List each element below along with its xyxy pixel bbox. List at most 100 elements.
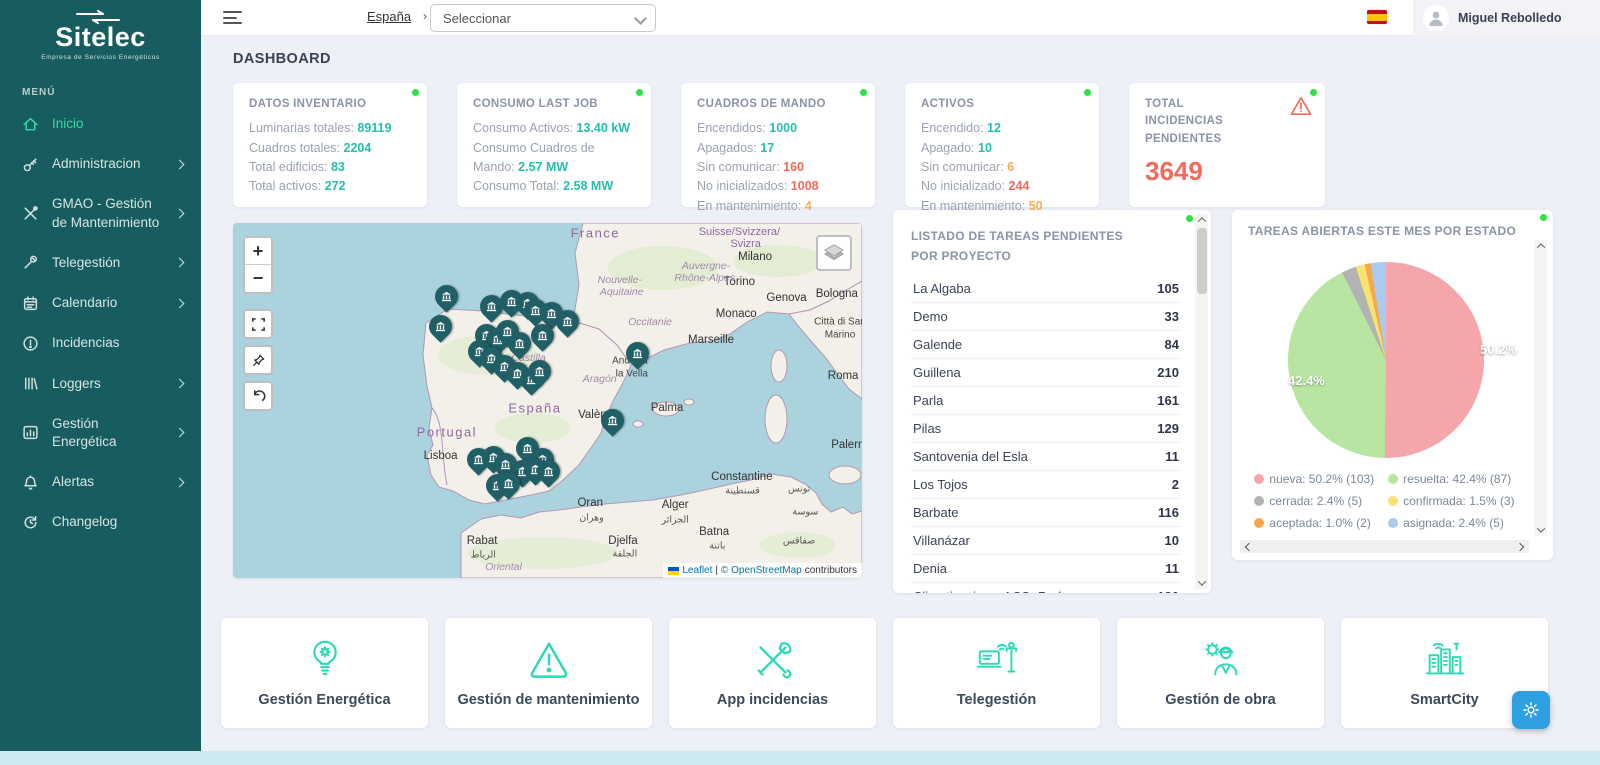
sidebar-item-incidencias[interactable]: Incidencias [0,323,201,363]
task-row[interactable]: Demo 33 [911,303,1181,331]
map-label: Constantine [711,470,773,483]
task-row[interactable]: Barbate 116 [911,499,1181,527]
pie-vertical-scrollbar[interactable] [1534,240,1547,536]
shortcut-gestion-energetica[interactable]: Gestión Energética [221,618,428,728]
task-row[interactable]: Villanázar 10 [911,527,1181,555]
crossed-tools-icon [24,206,38,220]
map-marker[interactable] [551,305,585,338]
sidebar-item-telegestion[interactable]: Telegestión [0,243,201,283]
shortcut-app-incidencias[interactable]: App incidencias [669,618,876,728]
map-label: Svizra [730,238,761,251]
smart-city-icon [1425,642,1464,675]
task-row[interactable]: Los Tojos 2 [911,471,1181,499]
fullscreen-button[interactable] [243,309,273,339]
scroll-up-icon [1534,240,1547,252]
shortcut-gestion-mantenimiento[interactable]: Gestión de mantenimiento [445,618,652,728]
pie-chart[interactable] [1288,262,1484,458]
map-label: Suisse/Svizzera/ [698,225,780,238]
sidebar-item-gestion-energetica[interactable]: Gestión Energética [0,404,201,462]
legend-item[interactable]: asignada: 2.4% (5) [1388,516,1514,530]
laptop-streetlight-icon [976,641,1017,673]
sidebar-item-alertas[interactable]: Alertas [0,462,201,502]
zoom-in-button[interactable]: + [245,238,271,265]
shortcut-gestion-obra[interactable]: Gestión de obra [1117,618,1324,728]
tasks-title: LISTADO DE TAREAS PENDIENTES POR PROYECT… [911,229,1123,264]
map-label: Batna [699,525,730,538]
breadcrumb[interactable]: España [367,9,411,24]
status-dot [1084,89,1091,96]
chevron-right-icon [174,159,185,170]
leaflet-link[interactable]: Leaflet [682,565,712,576]
map-marker[interactable] [430,280,463,313]
map-marker[interactable] [596,404,629,437]
map-panel[interactable]: France Suisse/Svizzera/Svizra Milano Torino… [233,223,862,578]
sidebar-item-calendario[interactable]: Calendario [0,283,201,323]
settings-fab[interactable] [1512,691,1550,729]
map-label: Bologna [815,288,858,300]
breadcrumb-arrow: › [423,9,427,23]
building-icon [596,404,629,437]
map-label: Aquitaine [599,286,644,299]
pie-panel: TAREAS ABIERTAS ESTE MES POR ESTADO 50.2… [1232,210,1553,560]
pie-horizontal-scrollbar[interactable] [1240,540,1529,553]
legend-item[interactable]: nueva: 50.2% (103) [1254,472,1374,486]
task-row[interactable]: Denia 11 [911,555,1181,583]
task-row[interactable]: Galende 84 [911,331,1181,359]
sidebar-item-gmao[interactable]: GMAO - Gestión de Mantenimiento [0,184,201,242]
legend-item[interactable]: cerrada: 2.4% (5) [1254,494,1374,508]
sidebar-item-inicio[interactable]: Inicio [0,104,201,144]
map-marker[interactable] [526,319,559,352]
sidebar-item-loggers[interactable]: Loggers [0,364,201,404]
map-zoom-control: + − [243,236,273,294]
task-row[interactable]: Parla 161 [911,387,1181,415]
map-label: Auvergne- [681,259,731,272]
map-label: Occitanie [628,316,672,329]
brand-logo[interactable]: Sitelec Empresa de Servicios Energéticos [0,0,201,61]
alert-circle-icon [23,336,38,351]
shortcut-telegestion[interactable]: Telegestión [893,618,1100,728]
sidebar: Sitelec Empresa de Servicios Energéticos… [0,0,201,751]
task-row[interactable]: Santovenia del Esla 11 [911,443,1181,471]
status-dot [860,89,867,96]
map-marker[interactable] [492,467,525,500]
map-label: Palerm [831,438,862,451]
map-label: Djelfa [608,534,638,547]
task-row[interactable]: Climatizacion y ACS- Parla120 [911,583,1181,593]
legend-item[interactable]: confirmada: 1.5% (3) [1388,494,1515,508]
sidebar-item-changelog[interactable]: Changelog [0,502,201,542]
map-marker[interactable] [424,310,457,343]
osm-link[interactable]: © OpenStreetMap [721,565,802,576]
legend-item[interactable]: resuelta: 42.4% (87) [1388,472,1514,486]
legend-item[interactable]: aceptada: 1.0% (2) [1254,516,1374,530]
user-menu[interactable]: Miguel Rebolledo [1413,0,1600,36]
undo-button[interactable] [243,381,273,411]
map-label: Roma [827,369,859,382]
task-row[interactable]: La Algaba 105 [911,275,1181,303]
zoom-out-button[interactable]: − [245,265,271,292]
status-dot [636,89,643,96]
map-marker[interactable] [531,455,565,488]
project-select[interactable]: Seleccionar [430,4,656,32]
history-icon [24,516,37,529]
map-label: Oran [577,497,604,510]
pin-button[interactable] [243,345,273,375]
map-marker[interactable] [621,337,654,370]
task-row[interactable]: Pilas 129 [911,415,1181,443]
layers-control[interactable] [816,235,852,271]
flag-spain-icon[interactable] [1367,10,1387,24]
ukraine-flag-icon [668,566,680,575]
map-marker[interactable] [523,355,556,388]
user-name: Miguel Rebolledo [1458,11,1562,25]
status-dot [1310,89,1317,96]
card-consumo-last-job: CONSUMO LAST JOB Consumo Activos: 13.40 … [457,83,651,207]
warning-triangle-icon [530,642,567,678]
map-label: سوسة [792,506,819,518]
task-row[interactable]: Guillena 210 [911,359,1181,387]
tasks-scrollbar[interactable] [1195,214,1208,589]
sidebar-item-administracion[interactable]: Administracion [0,144,201,184]
map-label: Portugal [416,424,478,440]
hamburger-menu-icon[interactable] [223,11,243,28]
dashboard-page: Sitelec Empresa de Servicios Energéticos… [0,0,1600,765]
pie-legend: nueva: 50.2% (103) resuelta: 42.4% (87) … [1242,472,1527,530]
calendar-icon [23,296,38,310]
